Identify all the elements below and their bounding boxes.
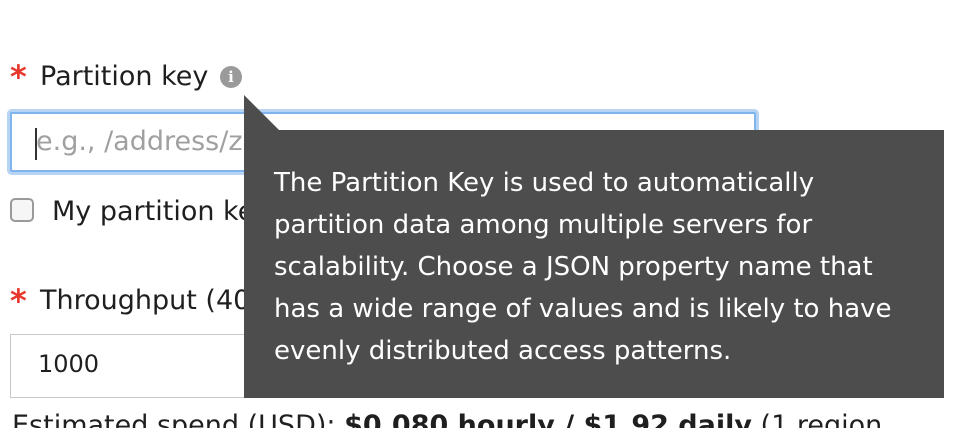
throughput-value: 1000 (38, 350, 100, 378)
page: * Partition key i e.g., /address/z My pa… (0, 0, 970, 428)
partition-key-checkbox[interactable] (10, 198, 34, 222)
text-caret (35, 128, 37, 160)
estimated-spend: Estimated spend (USD): $0.080 hourly / $… (12, 410, 882, 428)
spend-suffix: (1 region (751, 410, 883, 428)
checkbox-label: My partition ke (52, 196, 255, 227)
partition-key-label: Partition key (40, 61, 209, 92)
info-icon[interactable]: i (220, 66, 242, 88)
throughput-label: Throughput (40 (40, 285, 251, 316)
spend-prefix: Estimated spend (USD): (12, 410, 345, 428)
tooltip-text: The Partition Key is used to automatical… (274, 168, 892, 366)
required-marker: * (10, 282, 27, 320)
tooltip-arrow (244, 95, 280, 131)
partition-key-placeholder: e.g., /address/z (36, 126, 243, 157)
required-marker: * (10, 58, 27, 96)
spend-amount: $0.080 hourly / $1.92 daily (344, 410, 752, 428)
partition-key-tooltip: The Partition Key is used to automatical… (244, 130, 944, 398)
